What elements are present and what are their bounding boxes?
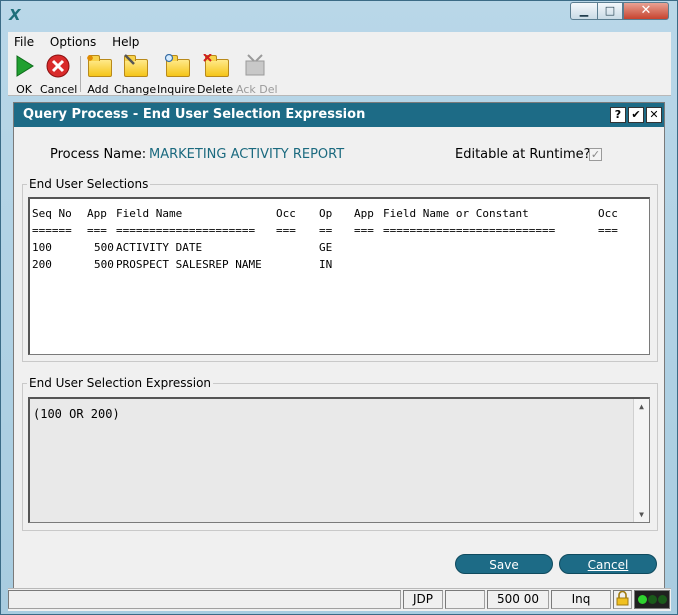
rule-occ-2: === (598, 224, 618, 237)
inquire-folder-icon (164, 54, 190, 78)
rule-app: === (87, 224, 107, 237)
minimize-button[interactable]: ▁ (570, 2, 597, 20)
ok-toolbar-label: OK (16, 83, 32, 96)
menu-file[interactable]: File (8, 32, 40, 50)
row-field: PROSPECT SALESREP NAME (116, 258, 262, 271)
row-op: IN (319, 258, 333, 271)
process-name-value: MARKETING ACTIVITY REPORT (149, 147, 345, 162)
rule-app-2: === (354, 224, 374, 237)
help-icon[interactable]: ? (610, 107, 626, 123)
process-name-label: Process Name: (50, 147, 147, 162)
window-titlebar[interactable]: X ▁ □ ✕ (1, 1, 677, 31)
change-toolbar-button[interactable]: Change (114, 54, 157, 96)
table-row[interactable]: 100 500 ACTIVITY DATE GE (30, 241, 630, 257)
col-occ: Occ (276, 207, 296, 220)
menu-help[interactable]: Help (106, 32, 145, 50)
confirm-icon[interactable]: ✔ (628, 107, 644, 123)
lock-icon (613, 590, 632, 609)
maximize-button[interactable]: □ (597, 2, 623, 20)
status-lights-icon (634, 590, 670, 609)
status-mode: Inq (551, 590, 611, 609)
rule-field-2: ========================== (383, 224, 556, 237)
table-row[interactable]: 200 500 PROSPECT SALESREP NAME IN (30, 258, 630, 274)
row-field: ACTIVITY DATE (116, 241, 203, 254)
col-app: App (87, 207, 107, 220)
rule-op: == (319, 224, 333, 237)
app-logo-icon: X (9, 6, 21, 24)
col-occ-2: Occ (598, 207, 618, 220)
scroll-up-icon[interactable]: ▲ (634, 399, 649, 414)
cancel-toolbar-button[interactable]: Cancel (40, 54, 78, 96)
col-field-or-constant: Field Name or Constant (383, 207, 529, 220)
change-folder-icon (122, 54, 148, 78)
menu-bar: File Options Help (8, 32, 671, 53)
dialog-title: Query Process - End User Selection Expre… (23, 107, 366, 122)
selections-list[interactable]: Seq No App Field Name Occ Op App Field N… (28, 197, 650, 355)
close-window-button[interactable]: ✕ (623, 2, 669, 20)
add-toolbar-label: Add (87, 83, 109, 96)
add-toolbar-button[interactable]: Add (84, 54, 112, 96)
editable-at-runtime-label: Editable at Runtime?: (455, 147, 595, 162)
status-blank-panel (445, 590, 485, 609)
selection-expression-textarea[interactable]: (100 OR 200) ▲ ▼ (28, 397, 650, 523)
row-op: GE (319, 241, 333, 254)
add-folder-icon (86, 54, 112, 78)
end-user-selections-group: End User Selections Seq No App Field Nam… (22, 177, 658, 362)
cancel-button[interactable]: Cancel (559, 554, 657, 574)
row-seq: 200 (32, 258, 52, 271)
close-dialog-icon[interactable]: ✕ (646, 107, 662, 123)
ack-del-disabled-icon (243, 54, 267, 78)
inquire-toolbar-label: Inquire (157, 83, 196, 96)
row-app: 500 (94, 258, 114, 271)
ack-del-toolbar-button[interactable]: Ack Del (236, 54, 278, 96)
menu-options[interactable]: Options (44, 32, 102, 50)
end-user-selection-expression-group: End User Selection Expression (100 OR 20… (22, 376, 658, 531)
end-user-selections-label: End User Selections (27, 177, 151, 191)
app-window: X ▁ □ ✕ File Options Help OK Cancel Add (0, 0, 678, 615)
play-green-icon (12, 54, 36, 78)
ok-toolbar-button[interactable]: OK (10, 54, 38, 96)
expression-scrollbar[interactable]: ▲ ▼ (633, 399, 649, 522)
col-field-name: Field Name (116, 207, 183, 220)
selections-rule-row: ====== === ===================== === == … (30, 224, 618, 240)
row-seq: 100 (32, 241, 52, 254)
dialog-titlebar: Query Process - End User Selection Expre… (14, 103, 664, 127)
delete-toolbar-button[interactable]: Delete (197, 54, 233, 96)
cancel-toolbar-label: Cancel (40, 83, 78, 96)
save-button[interactable]: Save (455, 554, 553, 574)
ack-del-toolbar-label: Ack Del (236, 83, 278, 96)
status-user: JDP (403, 590, 443, 609)
inquire-toolbar-button[interactable]: Inquire (157, 54, 195, 96)
col-app-2: App (354, 207, 374, 220)
toolbar-separator (80, 56, 81, 92)
status-value: 500 00 (487, 590, 549, 609)
status-message-panel (8, 590, 401, 609)
selections-header-row: Seq No App Field Name Occ Op App Field N… (30, 207, 618, 223)
col-seq-no: Seq No (32, 207, 72, 220)
toolbar: OK Cancel Add Change Inquire Delete Ack … (8, 52, 671, 96)
rule-occ: === (276, 224, 296, 237)
delete-folder-icon (203, 54, 229, 78)
query-process-dialog: Query Process - End User Selection Expre… (13, 102, 665, 589)
change-toolbar-label: Change (114, 83, 157, 96)
expression-text: (100 OR 200) (33, 407, 120, 421)
rule-seq: ====== (32, 224, 72, 237)
col-op: Op (319, 207, 333, 220)
cancel-red-icon (46, 54, 70, 78)
rule-field: ===================== (116, 224, 256, 237)
delete-toolbar-label: Delete (197, 83, 234, 96)
scroll-down-icon[interactable]: ▼ (634, 507, 649, 522)
editable-at-runtime-checkbox[interactable]: ✓ (589, 148, 602, 161)
status-bar: JDP 500 00 Inq (8, 588, 671, 611)
row-app: 500 (94, 241, 114, 254)
expression-group-label: End User Selection Expression (27, 376, 214, 390)
